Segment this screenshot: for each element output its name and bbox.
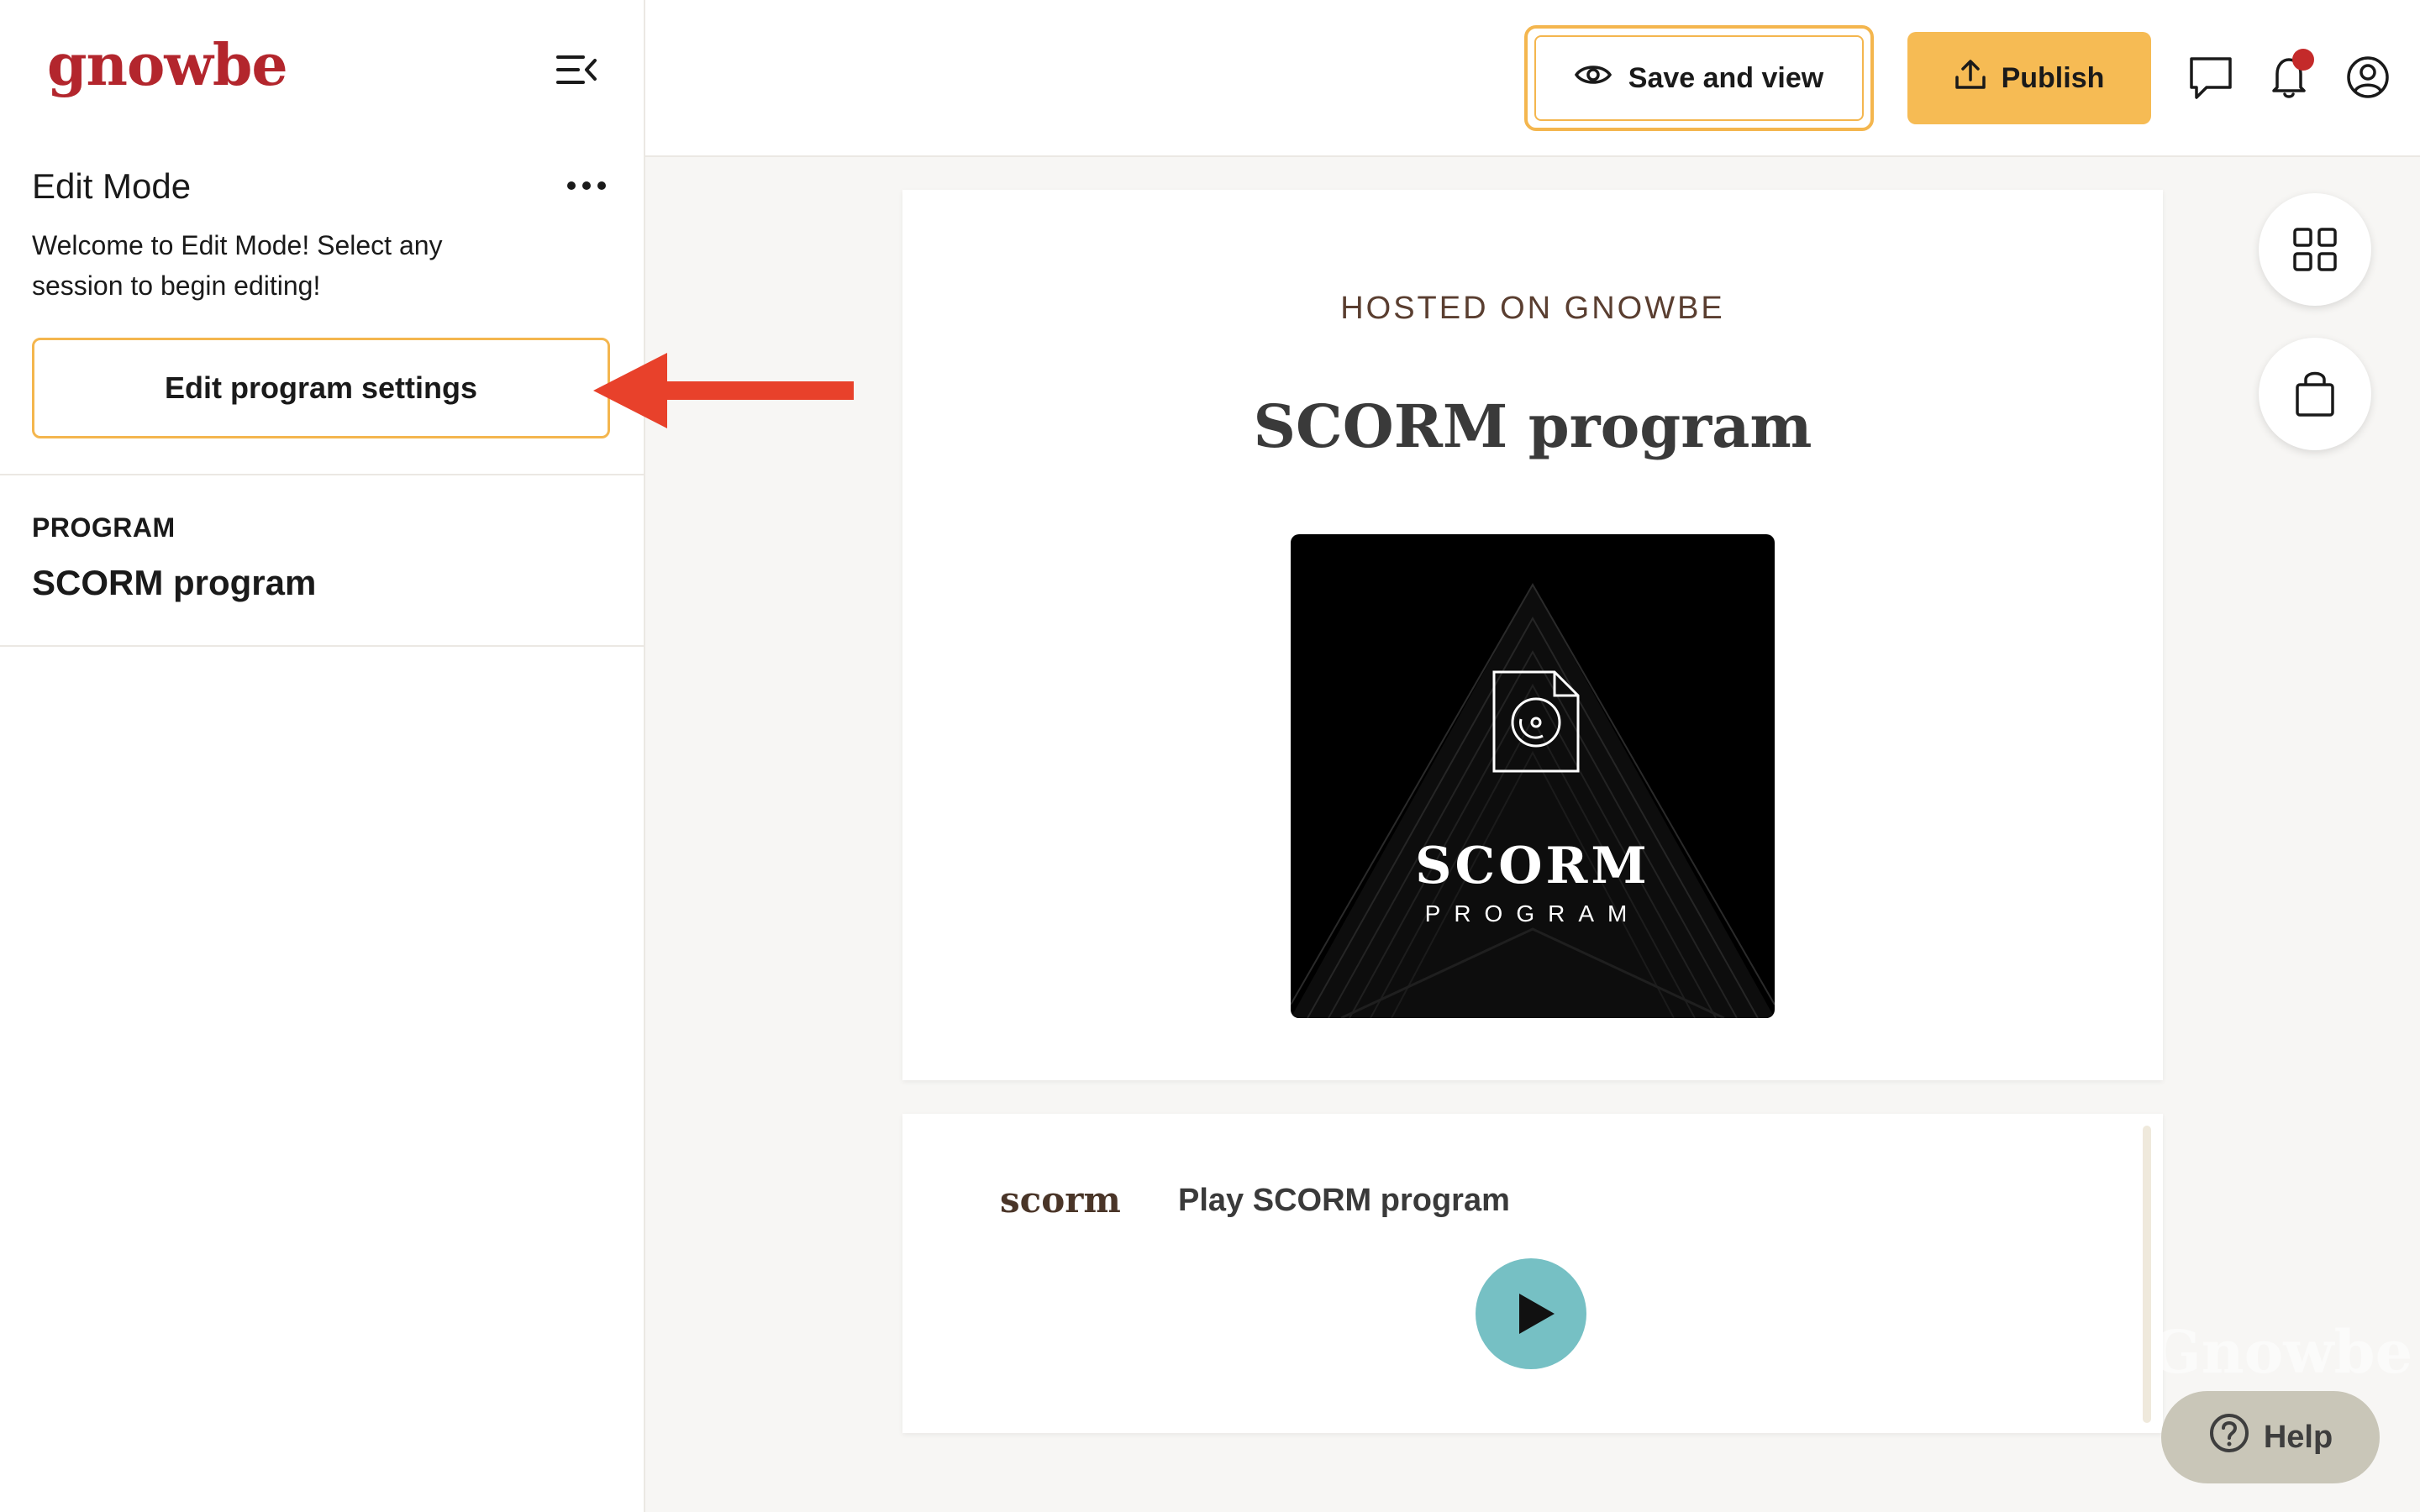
play-button[interactable] [1476, 1258, 1586, 1369]
program-overview-card: HOSTED ON GNOWBE SCORM program SCORM PRO… [902, 190, 2163, 1080]
divider [0, 645, 644, 647]
annotation-arrow-icon [593, 353, 857, 433]
grid-icon [2293, 228, 2337, 271]
edit-mode-description: Welcome to Edit Mode! Select any session… [32, 230, 443, 301]
eye-icon [1574, 62, 1612, 95]
shopping-bag-icon [2296, 371, 2334, 417]
edit-program-settings-button[interactable]: Edit program settings [32, 338, 610, 438]
cover-title: SCORM [1415, 837, 1650, 895]
help-label: Help [2263, 1419, 2333, 1455]
scorm-play-title: Play SCORM program [1178, 1183, 1510, 1218]
hosted-label: HOSTED ON GNOWBE [1340, 291, 1725, 326]
chat-icon[interactable] [2186, 52, 2237, 102]
publish-label: Publish [2001, 61, 2105, 94]
scorm-logo: scorm [1000, 1179, 1121, 1221]
edit-mode-title: Edit Mode [32, 166, 192, 206]
grid-view-button[interactable] [2259, 193, 2371, 306]
help-icon [2208, 1412, 2250, 1462]
divider [0, 474, 644, 475]
more-options-icon[interactable] [565, 173, 608, 198]
shopping-bag-button[interactable] [2259, 338, 2371, 450]
sidebar: gnowbe Edit Mode Welcome to Edit Mode! S… [0, 0, 645, 1512]
play-icon [1519, 1294, 1555, 1334]
cover-subtitle: PROGRAM [1424, 900, 1641, 927]
scorm-file-icon [1491, 669, 1581, 779]
help-button[interactable]: Help [2161, 1391, 2380, 1483]
save-and-view-button-frame: Save and view [1524, 25, 1874, 131]
user-account-icon[interactable] [2343, 52, 2393, 102]
notification-badge [2292, 49, 2314, 71]
scorm-player-card: scorm Play SCORM program [902, 1114, 2163, 1433]
save-and-view-button[interactable]: Save and view [1534, 35, 1864, 121]
program-label: PROGRAM [32, 512, 176, 543]
collapse-sidebar-icon[interactable] [555, 50, 598, 89]
gnowbe-logo[interactable]: gnowbe [47, 32, 288, 99]
upload-icon [1954, 59, 1986, 98]
scrollbar[interactable] [2143, 1126, 2151, 1423]
program-cover-image[interactable]: SCORM PROGRAM [1291, 534, 1775, 1018]
gnowbe-watermark: Gnowbe [2151, 1317, 2413, 1387]
save-and-view-label: Save and view [1628, 61, 1824, 94]
program-title: SCORM program [1253, 391, 1812, 461]
program-name[interactable]: SCORM program [32, 563, 316, 603]
publish-button[interactable]: Publish [1907, 32, 2151, 124]
